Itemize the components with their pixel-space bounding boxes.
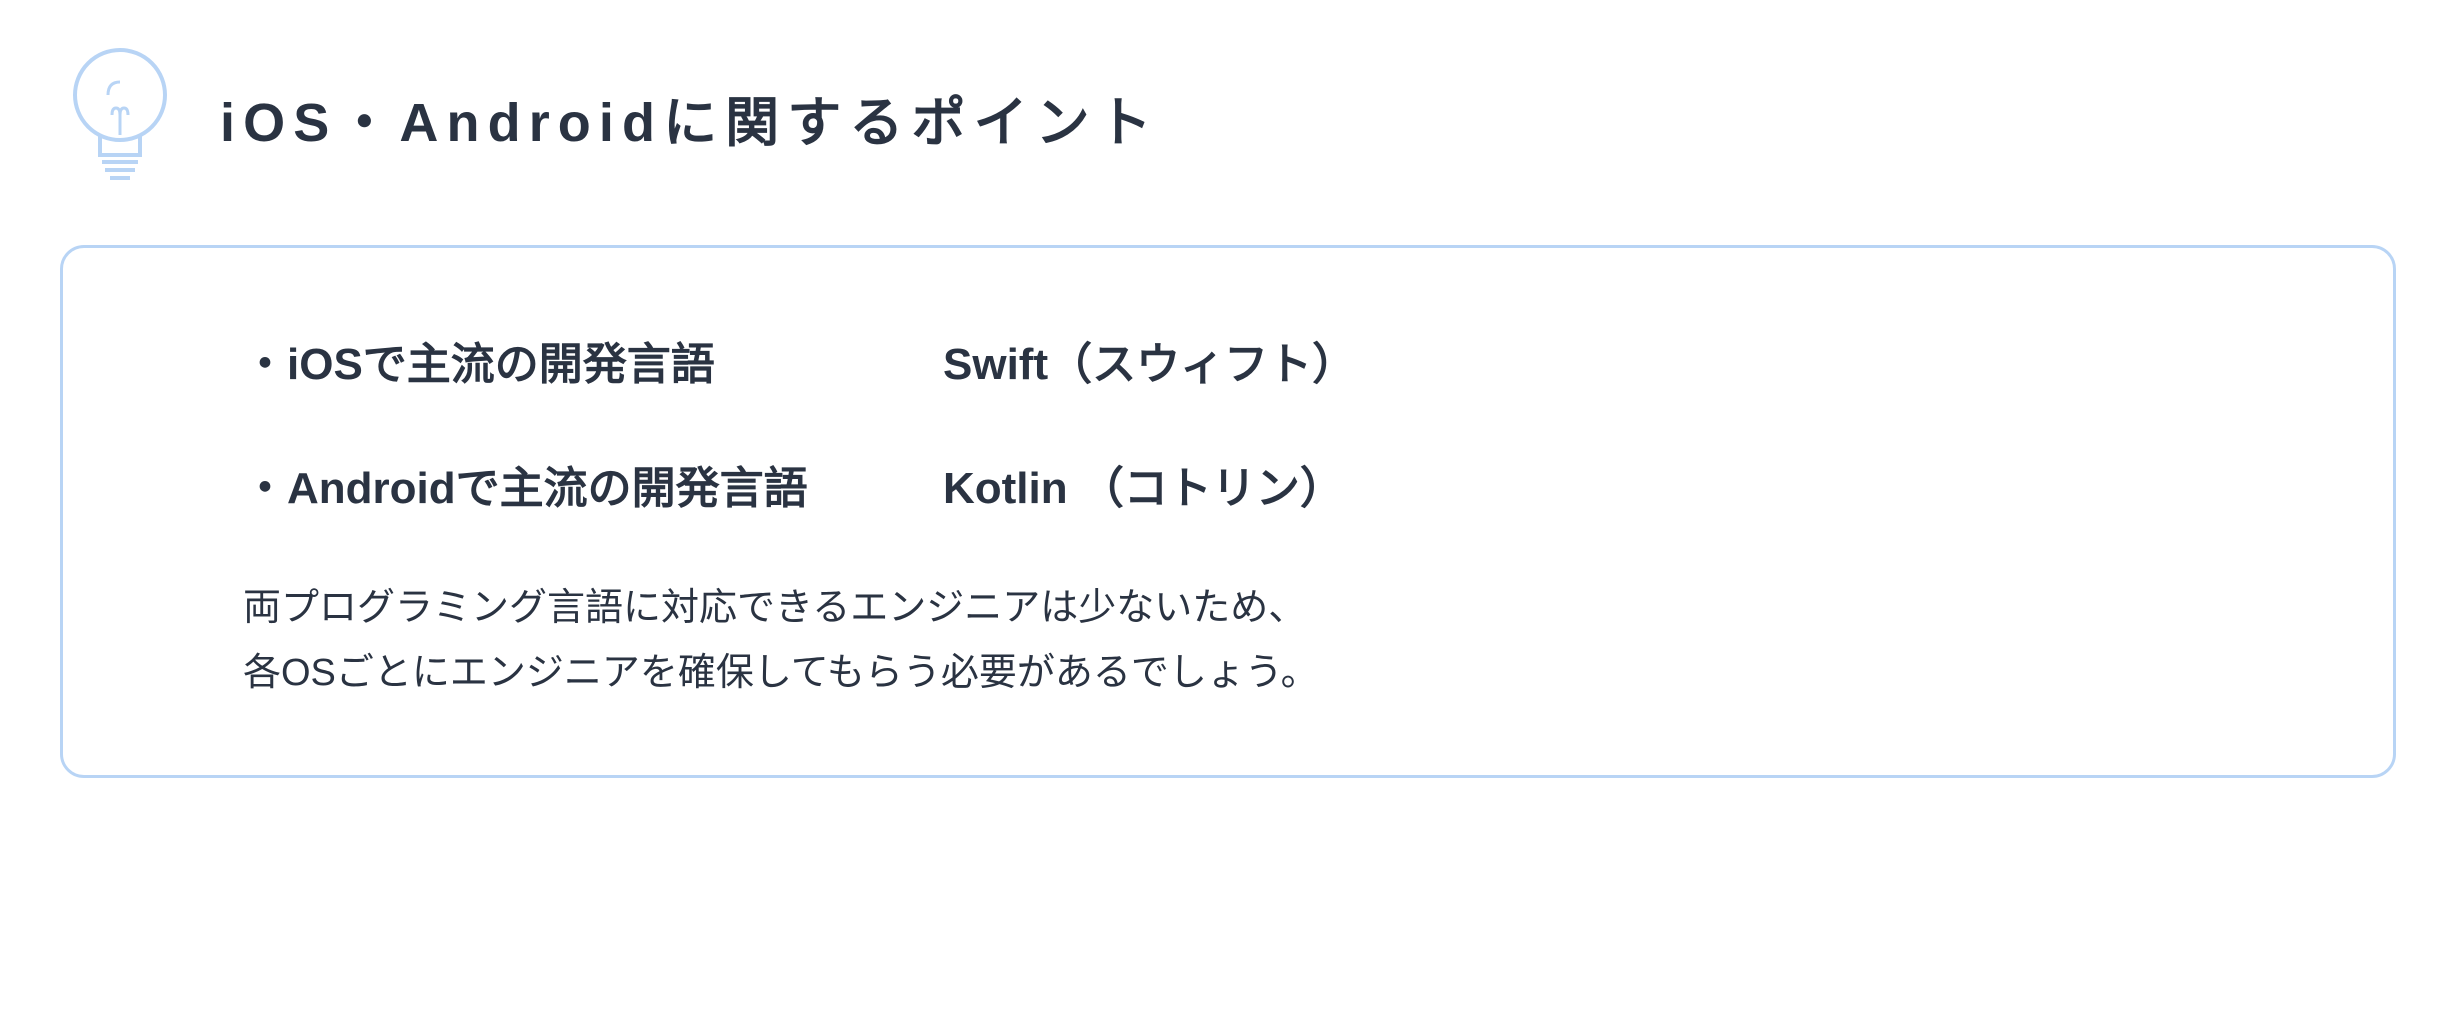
item-label: ・iOSで主流の開発言語: [243, 328, 943, 392]
description-line: 各OSごとにエンジニアを確保してもらう必要があるでしょう。: [243, 641, 2213, 706]
page-title: iOS・Androidに関するポイント: [220, 78, 1160, 157]
item-value: Kotlin （コトリン）: [943, 452, 1344, 516]
list-item: ・iOSで主流の開発言語 Swift（スウィフト）: [243, 328, 2213, 392]
item-value: Swift（スウィフト）: [943, 328, 1356, 392]
header: iOS・Androidに関するポイント: [60, 40, 2396, 195]
content-box: ・iOSで主流の開発言語 Swift（スウィフト） ・Androidで主流の開発…: [60, 245, 2396, 778]
description: 両プログラミング言語に対応できるエンジニアは少ないため、 各OSごとにエンジニア…: [243, 576, 2213, 705]
item-label: ・Androidで主流の開発言語: [243, 452, 943, 516]
description-line: 両プログラミング言語に対応できるエンジニアは少ないため、: [243, 576, 2213, 641]
list-item: ・Androidで主流の開発言語 Kotlin （コトリン）: [243, 452, 2213, 516]
lightbulb-icon: [60, 40, 180, 195]
